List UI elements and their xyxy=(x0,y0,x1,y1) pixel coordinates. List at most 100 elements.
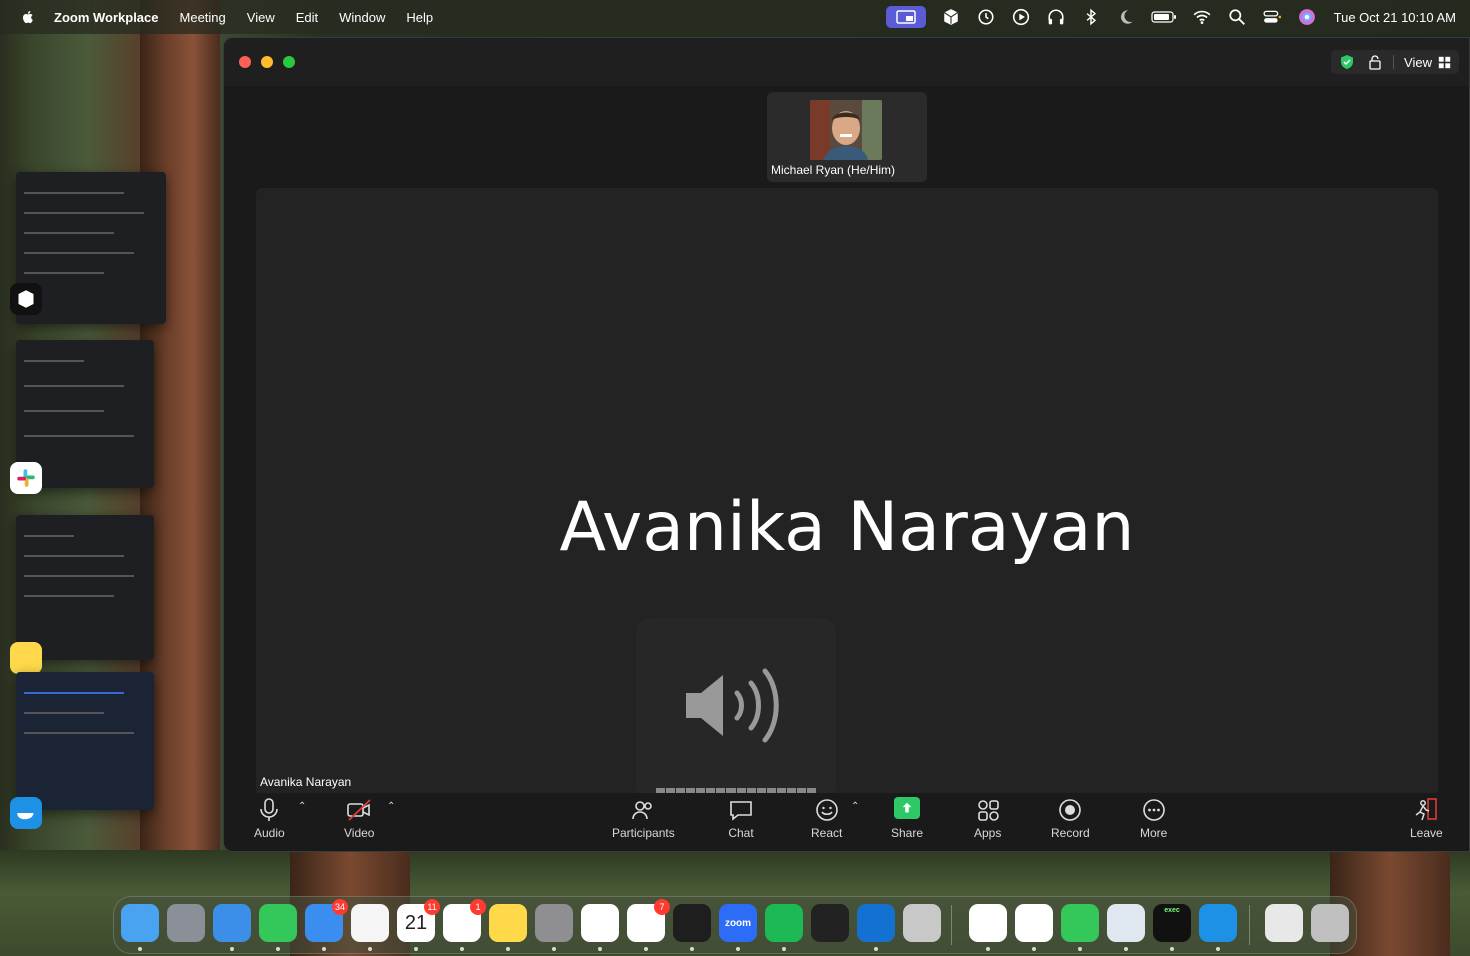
spotify-icon[interactable] xyxy=(765,904,803,942)
chrome-icon[interactable] xyxy=(969,904,1007,942)
menu-window[interactable]: Window xyxy=(339,10,385,25)
running-indicator xyxy=(322,947,326,951)
apple-menu-icon[interactable] xyxy=(20,9,36,25)
record-label: Record xyxy=(1051,826,1090,840)
screen-share-icon[interactable] xyxy=(885,6,926,28)
keychain-icon[interactable] xyxy=(1107,904,1145,942)
react-button[interactable]: React xyxy=(811,797,842,840)
running-indicator xyxy=(414,947,418,951)
menu-help[interactable]: Help xyxy=(406,10,433,25)
running-indicator xyxy=(690,947,694,951)
time-machine-icon[interactable] xyxy=(976,7,996,27)
messages-icon[interactable] xyxy=(259,904,297,942)
grid-view-icon[interactable] xyxy=(1438,56,1451,69)
wifi-icon[interactable] xyxy=(1192,7,1212,27)
slack-badge: 7 xyxy=(654,899,670,915)
headphones-icon[interactable] xyxy=(1046,7,1066,27)
video-off-icon xyxy=(347,799,371,821)
exec-terminal-icon[interactable]: exec xyxy=(1153,904,1191,942)
trash-icon[interactable] xyxy=(1311,904,1349,942)
terminal-icon[interactable] xyxy=(673,904,711,942)
reminders-badge: 1 xyxy=(470,899,486,915)
more-icon xyxy=(1142,799,1165,821)
leave-button[interactable]: Leave xyxy=(1410,797,1443,840)
notes-icon[interactable] xyxy=(10,642,42,674)
running-indicator xyxy=(874,947,878,951)
participants-label: Participants xyxy=(612,826,675,840)
zoom-icon[interactable]: zoom xyxy=(719,904,757,942)
audio-options-chevron-icon[interactable]: ⌃ xyxy=(298,801,306,812)
launchpad-icon[interactable] xyxy=(167,904,205,942)
running-indicator xyxy=(276,947,280,951)
security-shield-icon[interactable] xyxy=(1339,54,1355,70)
battery-icon[interactable] xyxy=(1151,7,1177,27)
running-indicator xyxy=(782,947,786,951)
volume-overlay xyxy=(636,618,836,803)
microphone-icon xyxy=(260,798,279,821)
downloads-stack-icon[interactable] xyxy=(1265,904,1303,942)
chatgpt-icon[interactable] xyxy=(581,904,619,942)
video-label: Video xyxy=(344,826,375,840)
react-label: React xyxy=(811,826,843,840)
menu-meeting[interactable]: Meeting xyxy=(180,10,226,25)
participants-icon xyxy=(632,801,653,820)
maximize-window-button[interactable] xyxy=(283,56,295,68)
react-options-chevron-icon[interactable]: ⌃ xyxy=(851,801,859,812)
running-indicator xyxy=(1078,947,1082,951)
spotlight-search-icon[interactable] xyxy=(1227,7,1247,27)
stage-manager-window-thumbnail[interactable] xyxy=(16,515,154,660)
slack-icon[interactable]: 7 xyxy=(627,899,670,942)
docker-icon[interactable] xyxy=(1199,904,1237,942)
bluetooth-icon[interactable] xyxy=(1081,7,1101,27)
more-button[interactable]: More xyxy=(1140,797,1167,840)
finder-icon[interactable] xyxy=(121,904,159,942)
menu-app-name[interactable]: Zoom Workplace xyxy=(54,10,159,25)
outlook-icon[interactable] xyxy=(857,904,895,942)
simulator-icon[interactable] xyxy=(903,904,941,942)
mail-icon[interactable]: 34 xyxy=(305,899,348,942)
slack-icon[interactable] xyxy=(10,462,42,494)
photos-icon[interactable] xyxy=(351,904,389,942)
participant-thumbnail[interactable]: Michael Ryan (He/Him) xyxy=(767,92,927,182)
reminders-icon[interactable]: 1 xyxy=(443,899,486,942)
running-indicator xyxy=(460,947,464,951)
view-button[interactable]: View xyxy=(1404,55,1432,70)
numbers-icon[interactable] xyxy=(1061,904,1099,942)
dock-separator xyxy=(951,905,952,945)
cube-app-icon[interactable] xyxy=(10,283,42,315)
menu-edit[interactable]: Edit xyxy=(296,10,318,25)
notes-icon[interactable] xyxy=(489,904,527,942)
stage-manager-window-thumbnail[interactable] xyxy=(16,672,154,810)
siri-icon[interactable] xyxy=(1297,7,1317,27)
moon-icon[interactable] xyxy=(1116,7,1136,27)
apps-button[interactable]: Apps xyxy=(974,797,1001,840)
zotero-icon[interactable] xyxy=(1015,904,1053,942)
clock[interactable]: Tue Oct 21 10:10 AM xyxy=(1334,10,1456,25)
calendar-icon-text: 21 xyxy=(404,911,428,934)
video-options-chevron-icon[interactable]: ⌃ xyxy=(387,801,395,812)
record-button[interactable]: Record xyxy=(1051,797,1090,840)
minimize-window-button[interactable] xyxy=(261,56,273,68)
audio-label: Audio xyxy=(254,826,285,840)
speaker-volume-icon xyxy=(686,668,779,743)
cube-icon[interactable] xyxy=(941,7,961,27)
menu-view[interactable]: View xyxy=(247,10,275,25)
chat-button[interactable]: Chat xyxy=(728,797,754,840)
share-button[interactable]: Share xyxy=(891,797,923,840)
audio-button[interactable]: Audio xyxy=(254,797,285,840)
play-icon[interactable] xyxy=(1011,7,1031,27)
encryption-lock-icon[interactable] xyxy=(1367,54,1383,70)
close-window-button[interactable] xyxy=(239,56,251,68)
title-bar-controls: View xyxy=(1331,50,1459,74)
cube-app-icon[interactable] xyxy=(811,904,849,942)
system-settings-icon[interactable] xyxy=(535,904,573,942)
menu-bar: Zoom Workplace Meeting View Edit Window … xyxy=(0,0,1470,34)
control-center-icon[interactable] xyxy=(1262,7,1282,27)
running-indicator xyxy=(598,947,602,951)
participants-button[interactable]: Participants xyxy=(612,797,675,840)
running-indicator xyxy=(1170,947,1174,951)
docker-icon[interactable] xyxy=(10,797,42,829)
calendar-icon[interactable]: 21 11 xyxy=(397,899,440,942)
video-button[interactable]: Video xyxy=(344,797,374,840)
safari-icon[interactable] xyxy=(213,904,251,942)
